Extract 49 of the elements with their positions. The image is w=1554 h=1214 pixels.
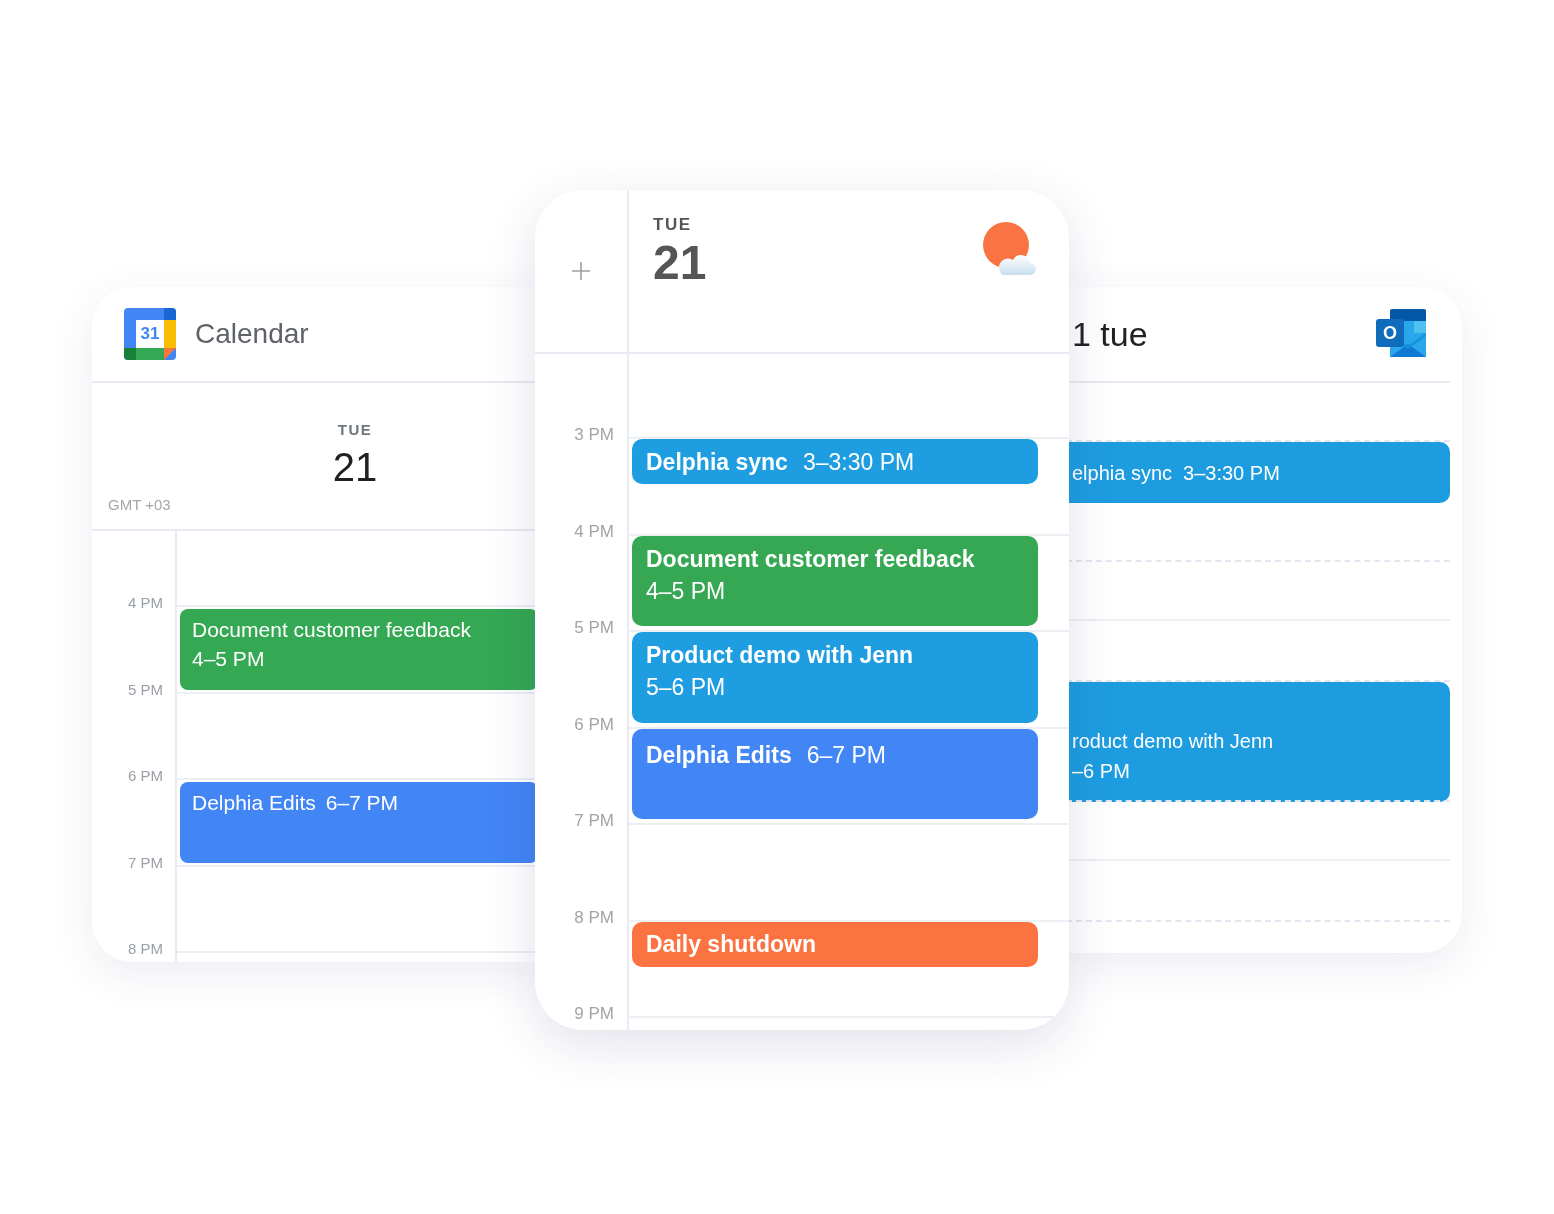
hour-label: 5 PM bbox=[128, 680, 164, 699]
event-block[interactable]: Delphia Edits 6–7 PM bbox=[632, 728, 1038, 819]
event-title: Delphia Edits bbox=[192, 790, 316, 816]
event-time: 5–6 PM bbox=[646, 673, 726, 702]
event-title: Delphia Edits bbox=[646, 740, 792, 770]
hour-label: 5 PM bbox=[574, 618, 615, 638]
event-time: 6–7 PM bbox=[325, 790, 399, 816]
date-number: 21 bbox=[653, 237, 707, 289]
timezone-label: GMT +03 bbox=[107, 496, 171, 515]
event-title: Daily shutdown bbox=[646, 930, 816, 960]
event-block[interactable]: Delphia Edits 6–7 PM bbox=[180, 782, 538, 863]
hour-label: 3 PM bbox=[574, 425, 615, 445]
event-title: Document customer feedback bbox=[192, 617, 471, 643]
app-title: Calendar bbox=[195, 317, 309, 351]
event-title: Product demo with Jenn bbox=[646, 641, 914, 670]
event-block[interactable]: Document customer feedback 4–5 PM bbox=[632, 535, 1038, 626]
event-block[interactable]: Daily shutdown bbox=[632, 921, 1038, 967]
sun-cloud-icon bbox=[983, 222, 1037, 276]
event-block[interactable]: Product demo with Jenn 5–6 PM bbox=[632, 632, 1038, 723]
weekday-label: TUE bbox=[337, 421, 373, 439]
event-time: 3–3:30 PM bbox=[1183, 460, 1280, 486]
event-title: roduct demo with Jenn bbox=[1072, 729, 1274, 754]
hour-label: 7 PM bbox=[574, 811, 615, 831]
event-time: –6 PM bbox=[1072, 759, 1130, 784]
event-title: Document customer feedback bbox=[646, 544, 975, 574]
event-title: Delphia sync bbox=[646, 447, 788, 477]
envelope-logo: O bbox=[1376, 309, 1428, 359]
calendar-logo: 31 bbox=[124, 308, 176, 360]
event-time: 4–5 PM bbox=[192, 646, 265, 672]
hour-label: 4 PM bbox=[128, 594, 164, 612]
event-title: elphia sync bbox=[1072, 460, 1173, 486]
weekday-label: TUE bbox=[653, 215, 692, 235]
hour-label: 9 PM bbox=[574, 1004, 615, 1024]
hour-label: 6 PM bbox=[574, 714, 615, 735]
event-time: 6–7 PM bbox=[806, 740, 886, 770]
hour-label: 4 PM bbox=[574, 521, 615, 542]
hour-label: 8 PM bbox=[128, 940, 164, 958]
hour-label: 7 PM bbox=[128, 853, 164, 872]
event-block[interactable]: Document customer feedback 4–5 PM bbox=[180, 609, 538, 690]
plus-icon bbox=[571, 261, 591, 281]
event-time: 4–5 PM bbox=[646, 576, 726, 606]
event-block[interactable]: elphia sync 3–3:30 PM bbox=[1066, 442, 1450, 503]
event-time: 3–3:30 PM bbox=[802, 447, 915, 477]
hour-label: 8 PM bbox=[574, 907, 615, 928]
date-heading: 1 tue bbox=[1072, 314, 1148, 354]
hour-label: 6 PM bbox=[128, 767, 164, 785]
event-block[interactable]: Delphia sync 3–3:30 PM bbox=[632, 439, 1038, 485]
event-block[interactable]: roduct demo with Jenn –6 PM bbox=[1066, 682, 1450, 802]
date-number: 21 bbox=[332, 445, 378, 489]
